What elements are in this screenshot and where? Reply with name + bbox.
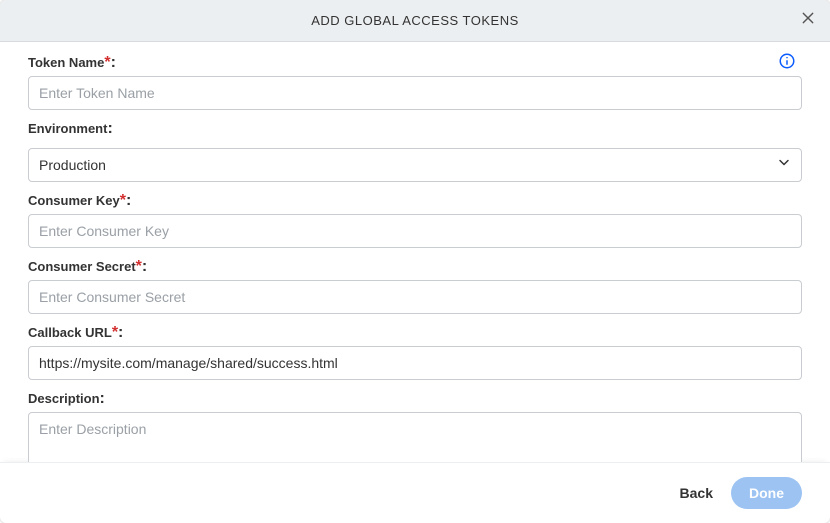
callback-url-input[interactable] [28,346,802,380]
description-group: Description: [28,390,802,462]
environment-select-wrap: Production [28,148,802,182]
label-colon: : [142,258,147,275]
info-icon [778,57,796,74]
environment-group: Environment: Production [28,120,802,182]
label-colon: : [107,120,112,137]
label-colon: : [100,390,105,407]
environment-label: Environment [28,121,107,136]
consumer-key-group: Consumer Key*: [28,192,802,248]
description-label: Description [28,391,100,406]
dialog-body[interactable]: Token Name*: Environment: Production Con… [0,42,830,462]
token-name-group: Token Name*: [28,54,802,110]
consumer-secret-input[interactable] [28,280,802,314]
label-colon: : [118,324,123,341]
dialog-title: ADD GLOBAL ACCESS TOKENS [311,13,519,28]
consumer-secret-label: Consumer Secret [28,259,136,274]
close-icon [800,10,816,31]
label-colon: : [126,192,131,209]
label-colon: : [111,54,116,71]
token-name-input[interactable] [28,76,802,110]
close-button[interactable] [796,9,820,33]
done-button[interactable]: Done [731,477,802,509]
consumer-key-input[interactable] [28,214,802,248]
back-button[interactable]: Back [680,485,713,501]
token-name-label: Token Name [28,55,104,70]
callback-url-group: Callback URL*: [28,324,802,380]
info-button[interactable] [778,52,796,70]
description-textarea[interactable] [28,412,802,462]
dialog-footer: Back Done [0,462,830,523]
consumer-secret-group: Consumer Secret*: [28,258,802,314]
add-global-access-tokens-dialog: ADD GLOBAL ACCESS TOKENS Token Name* [0,0,830,523]
dialog-header: ADD GLOBAL ACCESS TOKENS [0,0,830,42]
callback-url-label: Callback URL [28,325,112,340]
consumer-key-label: Consumer Key [28,193,120,208]
environment-select[interactable]: Production [28,148,802,182]
